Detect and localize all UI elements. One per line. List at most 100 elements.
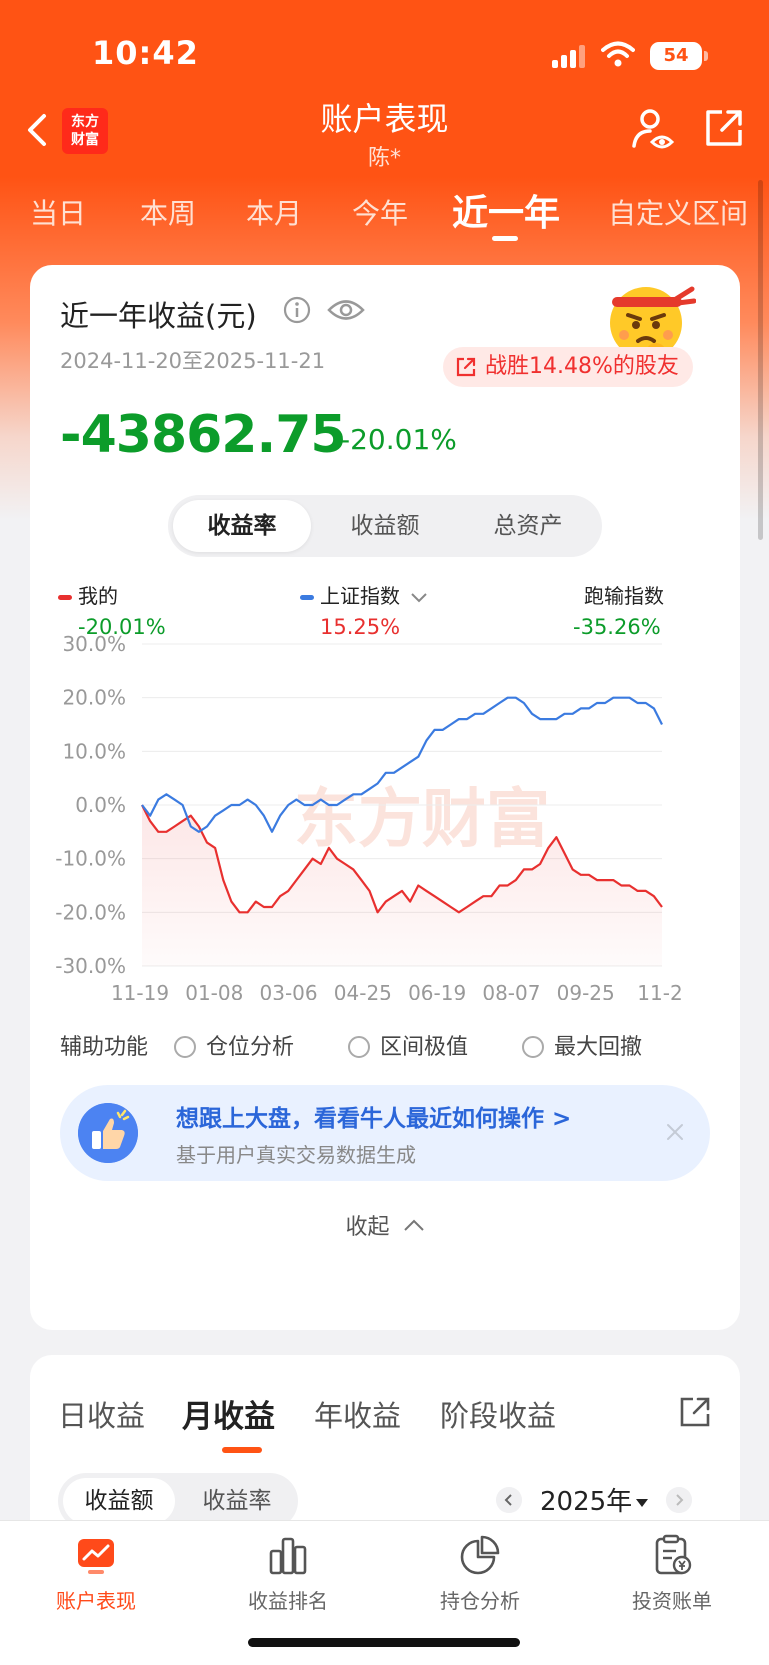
chevron-left-icon[interactable]: [496, 1487, 522, 1513]
legend-underperform: 跑输指数: [584, 580, 664, 609]
promo-subtitle: 基于用户真实交易数据生成: [176, 1143, 416, 1167]
option-range-extremes[interactable]: 区间极值: [348, 1029, 468, 1061]
option-range-label: 区间极值: [380, 1035, 469, 1060]
period-tabs: 当日 本周 本月 今年 近一年 自定义区间: [0, 180, 769, 241]
segment-return-rate[interactable]: 收益率: [173, 500, 311, 552]
tabbar-label: 持仓分析: [440, 1589, 520, 1613]
tabbar-label: 收益排名: [248, 1589, 328, 1613]
year-value: 2025年: [540, 1487, 633, 1517]
tabbar-earnings-ranking[interactable]: 收益排名: [192, 1533, 384, 1614]
tab-stage-earnings[interactable]: 阶段收益: [440, 1393, 556, 1435]
chevron-down-icon: [411, 592, 428, 602]
bar-chart-icon: [269, 1537, 307, 1575]
tab-month[interactable]: 本月: [246, 192, 302, 232]
tab-daily-earnings[interactable]: 日收益: [58, 1393, 145, 1435]
legend-mine: 我的: [58, 580, 118, 609]
radio-icon: [522, 1036, 544, 1058]
legend-underperform-label: 跑输指数: [584, 584, 664, 608]
option-position-analysis[interactable]: 仓位分析: [174, 1029, 294, 1061]
x-tick-label: 09-25: [557, 981, 615, 1000]
option-max-drawdown[interactable]: 最大回撤: [522, 1029, 642, 1061]
collapse-label: 收起: [345, 1215, 390, 1240]
total-profit-pct: -20.01%: [340, 423, 457, 456]
tabbar-account-performance[interactable]: 账户表现: [0, 1533, 192, 1614]
legend-index-swatch: [300, 595, 314, 600]
x-tick-label: 08-07: [482, 981, 540, 1000]
bill-icon: [655, 1534, 692, 1575]
thumbs-up-icon: [78, 1103, 138, 1163]
summary-card: 近一年收益(元) 2024-11-20至2025-11-21 战胜14.48%的…: [30, 265, 740, 1330]
period-tab-indicator: [492, 236, 518, 241]
return-line-chart[interactable]: 东方财富 30.0% 20.0% 10.0% 0.0% -10.0% -20.0% -30.0…: [30, 620, 740, 1000]
chevron-right-icon[interactable]: [666, 1487, 692, 1513]
beat-peers-badge[interactable]: 战胜14.48%的股友: [443, 347, 693, 387]
y-tick-label: -30.0%: [55, 954, 126, 978]
tabbar-label: 账户表现: [56, 1589, 136, 1613]
y-tick-label: 30.0%: [62, 632, 126, 656]
tabbar-investment-bill[interactable]: 投资账单: [576, 1533, 768, 1614]
x-tick-label: 04-25: [334, 981, 392, 1000]
legend-mine-label: 我的: [78, 584, 118, 608]
tab-yearly-earnings[interactable]: 年收益: [314, 1393, 401, 1435]
summary-title: 近一年收益(元): [60, 299, 257, 333]
tab-today[interactable]: 当日: [30, 192, 86, 232]
legend-index-selector[interactable]: 上证指数: [300, 580, 428, 609]
option-position-label: 仓位分析: [206, 1035, 295, 1060]
status-bar: 10:42 54: [0, 0, 769, 100]
segment-total-assets[interactable]: 总资产: [459, 500, 597, 552]
caret-down-icon: [636, 1498, 649, 1507]
radio-icon: [348, 1036, 370, 1058]
date-range: 2024-11-20至2025-11-21: [60, 349, 326, 373]
signal-icon: [552, 44, 586, 68]
share-icon[interactable]: [702, 106, 746, 150]
trend-icon: [78, 1539, 114, 1574]
x-tick-label: 01-08: [185, 981, 243, 1000]
legend-index-label: 上证指数: [320, 584, 400, 608]
user-privacy-icon[interactable]: [630, 106, 676, 152]
aux-label: 辅助功能: [60, 1035, 149, 1060]
radio-icon: [174, 1036, 196, 1058]
tab-one-year[interactable]: 近一年: [452, 184, 560, 236]
tabbar-label: 投资账单: [632, 1589, 712, 1613]
battery-icon: 54: [650, 42, 702, 70]
tab-ytd[interactable]: 今年: [352, 192, 408, 232]
export-icon[interactable]: [678, 1395, 712, 1429]
segment-earnings-amount[interactable]: 收益额: [63, 1478, 175, 1524]
status-time: 10:42: [92, 34, 199, 72]
battery-level: 54: [663, 45, 689, 66]
year-selector[interactable]: 2025年: [540, 1481, 649, 1518]
total-profit-value: -43862.75: [60, 405, 347, 465]
chevron-up-icon: [403, 1219, 424, 1231]
collapse-button[interactable]: 收起: [30, 1209, 740, 1241]
wifi-icon: [601, 41, 635, 67]
close-icon[interactable]: [664, 1121, 686, 1143]
beat-peers-text: 战胜14.48%的股友: [485, 354, 679, 379]
y-tick-label: -20.0%: [55, 900, 126, 924]
tab-monthly-earnings[interactable]: 月收益: [182, 1391, 275, 1436]
metric-segment: 收益率 收益额 总资产: [168, 495, 602, 557]
battery-tip: [704, 51, 708, 61]
tab-custom-range[interactable]: 自定义区间: [608, 192, 748, 232]
x-tick-label: 11-19: [111, 981, 169, 1000]
aux-functions: 辅助功能 仓位分析 区间极值 最大回撤: [60, 1025, 710, 1061]
home-indicator: [248, 1638, 520, 1647]
tab-week[interactable]: 本周: [140, 192, 196, 232]
segment-earnings-rate[interactable]: 收益率: [181, 1478, 293, 1524]
share-small-icon: [456, 357, 476, 377]
chart-watermark: 东方财富: [294, 783, 550, 857]
y-tick-label: -10.0%: [55, 847, 126, 871]
visibility-eye-icon[interactable]: [326, 295, 366, 325]
x-tick-label: 03-06: [260, 981, 318, 1000]
y-tick-label: 20.0%: [62, 686, 126, 710]
pie-chart-icon: [460, 1535, 500, 1575]
x-tick-label: 11-2: [637, 981, 682, 1000]
segment-return-amount[interactable]: 收益额: [316, 500, 454, 552]
tabbar-holdings-analysis[interactable]: 持仓分析: [384, 1533, 576, 1614]
x-tick-label: 06-19: [408, 981, 466, 1000]
earnings-tab-indicator: [222, 1447, 262, 1453]
y-tick-label: 0.0%: [75, 793, 126, 817]
promo-banner[interactable]: 想跟上大盘，看看牛人最近如何操作 > 基于用户真实交易数据生成: [60, 1085, 710, 1181]
nav-bar: 东方 财富 账户表现 陈*: [0, 90, 769, 171]
info-icon[interactable]: [282, 295, 312, 325]
scrollbar[interactable]: [758, 180, 763, 540]
